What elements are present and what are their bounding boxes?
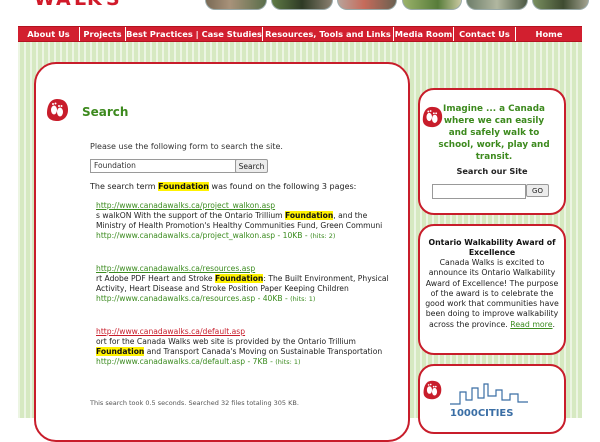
result-highlight: Foundation — [96, 347, 145, 356]
svg-text:1000CITIES: 1000CITIES — [450, 408, 513, 418]
search-button[interactable]: Search — [235, 159, 268, 173]
result-highlight: Foundation — [284, 211, 334, 220]
award-title: Ontario Walkability Award of Excellence — [428, 238, 556, 257]
result-meta: http://www.canadawalks.ca/default.asp - … — [96, 357, 301, 366]
summary-prefix: The search term — [90, 182, 159, 191]
sidebar-tagline: Imagine ... a Canada where we can easily… — [438, 104, 550, 162]
site-search-title: Search our Site — [456, 166, 528, 176]
result-hits: (hits: 2) — [310, 232, 336, 240]
search-summary: The search term Foundation was found on … — [90, 182, 356, 191]
result-link[interactable]: http://www.canadawalks.ca/resources.asp — [96, 264, 396, 274]
result-hits: (hits: 1) — [290, 295, 316, 303]
footprints-icon — [423, 380, 442, 400]
nav-resources[interactable]: Resources, Tools and Links — [263, 27, 394, 41]
header-photo — [205, 0, 267, 10]
result-meta: http://www.canadawalks.ca/resources.asp … — [96, 294, 316, 303]
site-header: W A L K S — [0, 0, 600, 26]
search-result: http://www.canadawalks.ca/resources.asp … — [96, 264, 396, 304]
search-instructions: Please use the following form to search … — [90, 142, 283, 151]
nav-media-room[interactable]: Media Room — [394, 27, 454, 41]
go-button[interactable]: GO — [526, 184, 549, 197]
header-photo — [271, 0, 333, 10]
result-meta: http://www.canadawalks.ca/project_walkon… — [96, 231, 336, 240]
search-result: http://www.canadawalks.ca/project_walkon… — [96, 201, 396, 241]
main-content-panel — [34, 62, 410, 442]
nav-best-practices[interactable]: Best Practices | Case Studies — [126, 27, 263, 41]
result-link[interactable]: http://www.canadawalks.ca/project_walkon… — [96, 201, 396, 211]
nav-about-us[interactable]: About Us — [18, 27, 80, 41]
header-photo — [402, 0, 462, 10]
1000-cities-logo[interactable]: 1000CITIES — [448, 378, 548, 418]
nav-projects[interactable]: Projects — [80, 27, 126, 41]
header-photo — [466, 0, 528, 10]
search-stats: This search took 0.5 seconds. Searched 3… — [90, 399, 299, 407]
result-snippet: rt Adobe PDF Heart and Stroke Foundation… — [96, 274, 389, 293]
page-title: Search — [82, 105, 129, 119]
footprints-icon — [47, 99, 68, 121]
result-highlight: Foundation — [215, 274, 264, 283]
search-result: http://www.canadawalks.ca/default.asp or… — [96, 327, 396, 367]
award-text: Canada Walks is excited to announce its … — [425, 258, 559, 329]
site-search-input[interactable] — [432, 184, 526, 199]
result-link[interactable]: http://www.canadawalks.ca/default.asp — [96, 327, 396, 337]
nav-home[interactable]: Home — [516, 27, 582, 41]
site-logo[interactable]: W A L K S — [34, 0, 199, 7]
header-photo — [532, 0, 589, 10]
read-more-link[interactable]: Read more — [510, 320, 552, 329]
search-input[interactable] — [90, 159, 238, 173]
main-nav: About Us Projects Best Practices | Case … — [18, 26, 582, 42]
result-snippet: s walkON With the support of the Ontario… — [96, 211, 383, 230]
header-photo — [337, 0, 397, 10]
summary-term: Foundation — [158, 182, 210, 191]
result-snippet: ort for the Canada Walks web site is pro… — [96, 337, 383, 356]
result-hits: (hits: 1) — [275, 358, 301, 366]
summary-suffix: was found on the following 3 pages: — [209, 182, 357, 191]
nav-contact-us[interactable]: Contact Us — [454, 27, 516, 41]
